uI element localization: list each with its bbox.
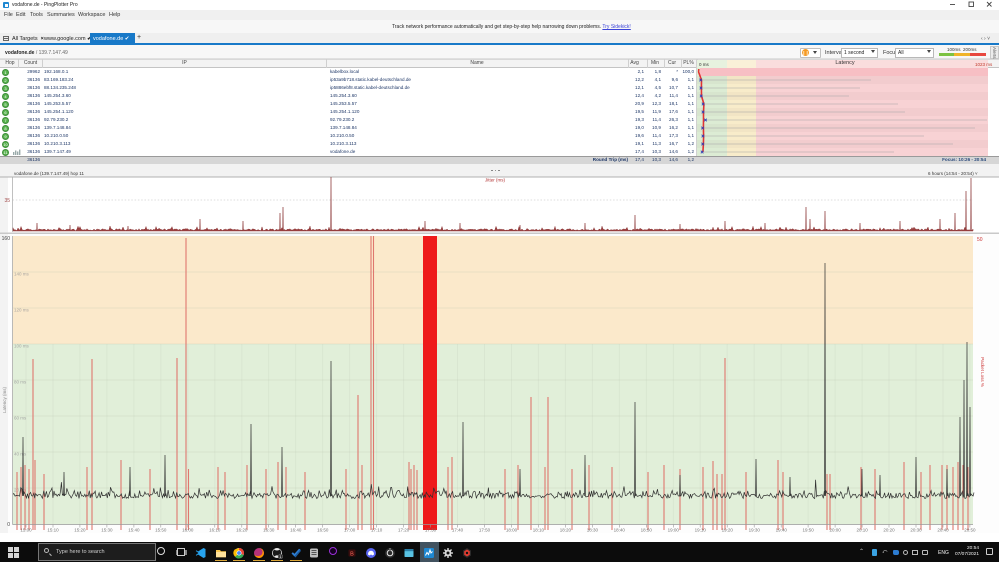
svg-text:160: 160 (2, 236, 11, 242)
svg-text:19:40: 19:40 (776, 528, 788, 533)
svg-text:20:50: 20:50 (964, 528, 976, 533)
svg-text:60 ms: 60 ms (14, 416, 27, 421)
svg-text:20:10: 20:10 (856, 528, 868, 533)
svg-text:17:50: 17:50 (479, 528, 491, 533)
svg-text:20:00: 20:00 (829, 528, 841, 533)
svg-text:40 ms: 40 ms (14, 452, 27, 457)
svg-text:15:50: 15:50 (155, 528, 167, 533)
svg-text:15:10: 15:10 (47, 528, 59, 533)
svg-text:19:30: 19:30 (749, 528, 761, 533)
svg-text:140 ms: 140 ms (14, 272, 30, 277)
svg-text:B: B (350, 551, 354, 557)
svg-text:17:10: 17:10 (371, 528, 383, 533)
svg-text:16:00: 16:00 (182, 528, 194, 533)
svg-text:Packet Loss %: Packet Loss % (980, 357, 985, 387)
svg-text:17:30: 17:30 (425, 528, 437, 533)
svg-text:Jitter (ms): Jitter (ms) (485, 178, 505, 183)
svg-text:20:30: 20:30 (910, 528, 922, 533)
svg-text:Latency (ms): Latency (ms) (2, 386, 7, 413)
svg-text:18:10: 18:10 (533, 528, 545, 533)
svg-text:50: 50 (977, 237, 983, 243)
svg-text:120 ms: 120 ms (14, 308, 30, 313)
svg-text:20:20: 20:20 (883, 528, 895, 533)
svg-text:80 ms: 80 ms (14, 380, 27, 385)
svg-text:15:00: 15:00 (20, 528, 32, 533)
svg-text:19:50: 19:50 (802, 528, 814, 533)
svg-text:18:00: 18:00 (506, 528, 518, 533)
svg-text:18:50: 18:50 (641, 528, 653, 533)
svg-text:19:00: 19:00 (668, 528, 680, 533)
svg-text:16:10: 16:10 (209, 528, 221, 533)
svg-text:18:30: 18:30 (587, 528, 599, 533)
svg-text:17:20: 17:20 (398, 528, 410, 533)
svg-text:17:40: 17:40 (452, 528, 464, 533)
svg-text:19:20: 19:20 (722, 528, 734, 533)
svg-text:0: 0 (7, 522, 10, 528)
svg-text:16:40: 16:40 (290, 528, 302, 533)
svg-text:19:10: 19:10 (695, 528, 707, 533)
svg-text:15:30: 15:30 (101, 528, 113, 533)
svg-text:20:40: 20:40 (937, 528, 949, 533)
svg-text:16:30: 16:30 (263, 528, 275, 533)
svg-text:17:00: 17:00 (344, 528, 356, 533)
svg-text:15:20: 15:20 (74, 528, 86, 533)
svg-text:100 ms: 100 ms (14, 344, 30, 349)
svg-text:18:40: 18:40 (614, 528, 626, 533)
svg-text:35: 35 (4, 198, 10, 204)
svg-text:18:20: 18:20 (560, 528, 572, 533)
svg-text:16:50: 16:50 (317, 528, 329, 533)
svg-text:15:40: 15:40 (128, 528, 140, 533)
svg-text:16:20: 16:20 (236, 528, 248, 533)
